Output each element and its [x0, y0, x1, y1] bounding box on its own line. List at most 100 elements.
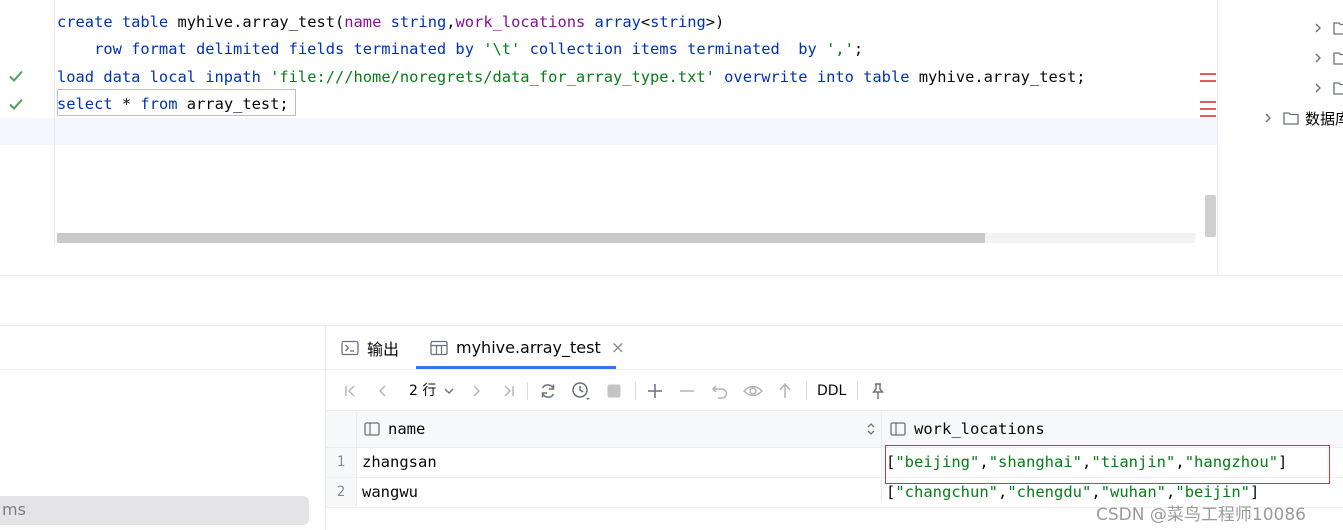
tab-output[interactable]: 输出: [341, 326, 399, 369]
tree-node[interactable]: [1313, 77, 1343, 99]
cell-name[interactable]: zhangsan: [362, 448, 437, 477]
column-icon: [364, 422, 380, 436]
error-stripe-marker[interactable]: [1200, 101, 1216, 103]
services-panel: ms: [0, 326, 326, 530]
array-element: "beijin": [1175, 483, 1251, 501]
error-stripe-marker[interactable]: [1200, 108, 1216, 110]
code-token: >): [705, 13, 725, 31]
horizontal-scrollbar-thumb[interactable]: [57, 233, 985, 243]
chevron-right-icon[interactable]: [1313, 23, 1323, 33]
code-line-2[interactable]: row format delimited fields terminated b…: [57, 37, 863, 61]
ddl-button[interactable]: DDL: [817, 380, 846, 402]
array-element: "changchun": [895, 483, 998, 501]
tree-node-label: 数据库: [1305, 109, 1343, 128]
project-tree: 数据库: [1217, 0, 1343, 275]
toolbar-separator: [806, 382, 807, 400]
last-page-icon[interactable]: [497, 380, 519, 402]
prev-page-icon[interactable]: [372, 380, 394, 402]
code-token: create table: [57, 13, 178, 31]
row-number: 1: [326, 448, 357, 477]
array-punctuation: ,: [1166, 483, 1176, 501]
code-token: load data local inpath: [57, 68, 271, 86]
error-stripe-marker[interactable]: [1200, 80, 1216, 82]
code-line-1[interactable]: create table myhive.array_test(name stri…: [57, 10, 724, 34]
toolbar-separator: [527, 382, 528, 400]
services-session-item[interactable]: ms: [0, 496, 309, 525]
array-element: "wuhan": [1100, 483, 1167, 501]
panel-divider[interactable]: [0, 275, 1343, 276]
editor-gutter: [0, 0, 55, 245]
preview-icon[interactable]: [742, 380, 764, 402]
close-icon[interactable]: ×: [611, 338, 625, 358]
code-token: '\t': [483, 40, 521, 58]
table-icon: [430, 340, 448, 355]
sort-icon[interactable]: [860, 418, 882, 440]
code-token: myhive.array_test;: [918, 68, 1086, 86]
code-token: 'file:///home/noregrets/data_for_array_t…: [270, 68, 715, 86]
column-header-name[interactable]: name: [364, 411, 425, 447]
code-token: array: [594, 13, 641, 31]
code-token: *: [112, 95, 141, 113]
refresh-icon[interactable]: [537, 380, 559, 402]
code-token: ,: [446, 13, 456, 31]
services-separator: [0, 369, 325, 370]
code-token: name: [344, 13, 382, 31]
chevron-right-icon[interactable]: [1313, 83, 1323, 93]
chevron-right-icon[interactable]: [1313, 53, 1323, 63]
remove-row-icon[interactable]: [676, 380, 698, 402]
code-token: ',': [826, 40, 854, 58]
code-token: string: [390, 13, 447, 31]
check-icon: [8, 96, 24, 112]
submit-icon[interactable]: [774, 380, 796, 402]
row-number: 2: [326, 478, 357, 507]
code-token: ;: [853, 40, 864, 58]
column-icon: [890, 422, 906, 436]
tree-node[interactable]: [1313, 47, 1343, 69]
chevron-right-icon[interactable]: [1263, 113, 1273, 123]
folder-icon: [1333, 22, 1343, 35]
vertical-scrollbar-thumb[interactable]: [1205, 195, 1216, 237]
folder-icon: [1333, 82, 1343, 95]
toolbar-separator: [857, 382, 858, 400]
code-token: <: [640, 13, 651, 31]
results-tabs: 输出 myhive.array_test ×: [326, 326, 1343, 370]
code-token: work_locations: [455, 13, 586, 31]
tab-array-test-label: myhive.array_test: [456, 338, 601, 357]
tree-node-database[interactable]: 数据库: [1263, 107, 1343, 129]
sql-editor[interactable]: create table myhive.array_test(name stri…: [0, 0, 1217, 245]
annotation-highlight-box: [885, 445, 1330, 484]
next-page-icon[interactable]: [465, 380, 487, 402]
array-punctuation: ,: [998, 483, 1008, 501]
add-row-icon[interactable]: [644, 380, 666, 402]
tab-array-test[interactable]: myhive.array_test ×: [430, 326, 625, 369]
revert-icon[interactable]: [709, 380, 731, 402]
results-toolbar: 2 行 DDL: [326, 370, 1343, 411]
code-token: select: [57, 95, 113, 113]
array-punctuation: [: [886, 483, 896, 501]
array-punctuation: ]: [1250, 483, 1260, 501]
code-token: string: [650, 13, 706, 31]
array-punctuation: ,: [1091, 483, 1101, 501]
column-header-work-locations[interactable]: work_locations: [890, 411, 1045, 447]
code-line-3[interactable]: load data local inpath 'file:///home/nor…: [57, 65, 1086, 89]
folder-icon: [1283, 112, 1299, 125]
array-element: "chengdu": [1007, 483, 1092, 501]
chevron-down-icon[interactable]: [438, 380, 460, 402]
watermark: CSDN @菜鸟工程师10086: [1096, 505, 1306, 525]
pin-icon[interactable]: [867, 380, 889, 402]
tree-node[interactable]: [1313, 17, 1343, 39]
code-token: array_test;: [177, 95, 289, 113]
stop-icon[interactable]: [603, 380, 625, 402]
row-count-label[interactable]: 2 行: [409, 380, 436, 402]
code-token: from: [140, 95, 178, 113]
error-stripe-marker[interactable]: [1200, 73, 1216, 75]
column-header-label: name: [388, 420, 426, 438]
code-line-4[interactable]: select * from array_test;: [57, 92, 289, 116]
cell-name[interactable]: wangwu: [362, 478, 418, 507]
history-icon[interactable]: [570, 380, 592, 402]
first-page-icon[interactable]: [340, 380, 362, 402]
folder-icon: [1333, 52, 1343, 65]
error-stripe-marker[interactable]: [1200, 115, 1216, 117]
current-line-highlight: [0, 118, 1217, 145]
services-session-label: ms: [2, 500, 26, 519]
